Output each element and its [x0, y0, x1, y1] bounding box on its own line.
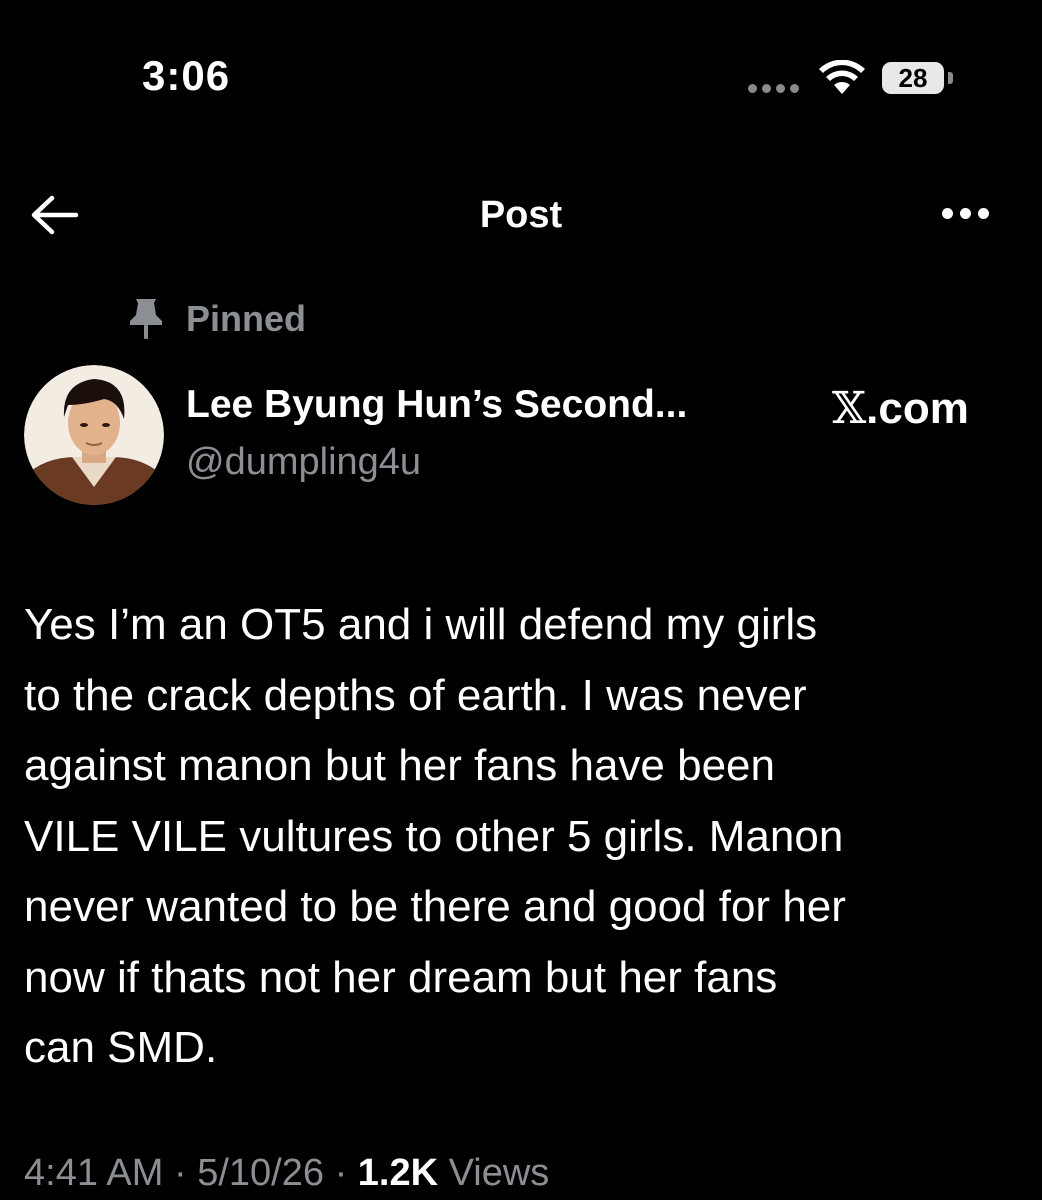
source-label[interactable]: 𝕏.com	[832, 383, 969, 434]
post-line: Yes I’m an OT5 and i will defend my girl…	[24, 600, 818, 649]
post-date: 5/10/26	[197, 1152, 324, 1194]
post-body: Yes I’m an OT5 and i will defend my girl…	[24, 590, 1024, 1084]
author-avatar[interactable]	[24, 365, 164, 505]
author-handle[interactable]: @dumpling4u	[186, 441, 421, 484]
nav-header: Post	[0, 180, 1042, 250]
status-time: 3:06	[142, 52, 231, 99]
status-bar: 3:06 28	[0, 0, 1042, 160]
post-line: never wanted to be there and good for he…	[24, 882, 846, 931]
more-options-icon[interactable]	[942, 208, 989, 219]
battery-indicator: 28	[882, 62, 944, 94]
author-name[interactable]: Lee Byung Hun’s Second...	[186, 383, 687, 427]
post-meta: 4:41 AM · 5/10/26 · 1.2K Views	[24, 1152, 549, 1195]
views-label: Views	[448, 1152, 550, 1194]
post-line: to the crack depths of earth. I was neve…	[24, 670, 807, 720]
pinned-label: Pinned	[186, 298, 307, 339]
pin-icon	[130, 299, 162, 339]
meta-separator: ·	[334, 1152, 348, 1194]
source-domain: .com	[866, 384, 969, 433]
views-count[interactable]: 1.2K	[358, 1152, 438, 1194]
battery-cap	[948, 72, 953, 84]
post-line: now if thats not her dream but her fans	[24, 952, 778, 1002]
post-time: 4:41 AM	[24, 1152, 164, 1194]
pinned-indicator: Pinned	[126, 294, 306, 344]
cellular-signal-icon	[748, 84, 799, 93]
post-line: can SMD.	[24, 1023, 218, 1072]
post-line: against manon but her fans have been	[24, 741, 775, 790]
post-line: VILE VILE vultures to other 5 girls. Man…	[24, 811, 844, 861]
x-logo: 𝕏	[832, 383, 867, 434]
meta-separator: ·	[173, 1152, 187, 1194]
wifi-icon	[819, 60, 865, 94]
page-title: Post	[479, 194, 563, 236]
